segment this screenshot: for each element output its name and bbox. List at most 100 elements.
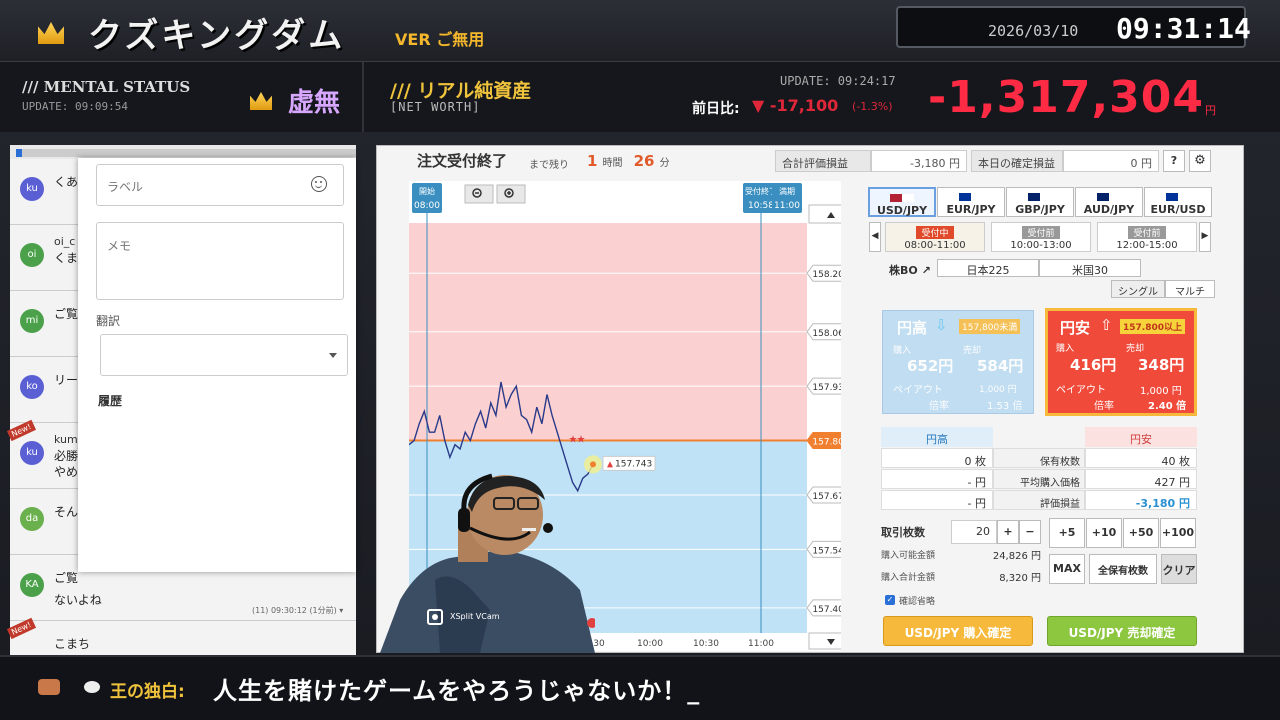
yen-high-card[interactable]: 円高 ⇩ 157,800未満 購入 652円 売却 584円 ペイアウト 1,0…	[882, 310, 1034, 414]
help-button[interactable]: ?	[1163, 150, 1185, 172]
net-worth-title: /// リアル純資産	[390, 80, 532, 102]
clock-date: 2026/03/10	[988, 22, 1079, 40]
add-qty-button[interactable]: +50	[1123, 518, 1159, 548]
add-qty-button[interactable]: +5	[1049, 518, 1085, 548]
avatar: da	[20, 507, 44, 531]
us30-button[interactable]: 米国30	[1039, 259, 1141, 277]
memo-textarea[interactable]: メモ	[96, 222, 344, 300]
external-link-icon: ↗	[921, 264, 931, 277]
entry-star-icon: ★	[577, 435, 586, 446]
qty-plus-button[interactable]: +	[997, 520, 1019, 544]
chat-text: リー	[54, 373, 79, 387]
hand-icon	[38, 679, 60, 695]
mental-status-value: 虚無	[288, 88, 341, 118]
stock-bo-label: 株BO	[889, 264, 918, 277]
all-holdings-button[interactable]: 全保有枚数	[1089, 554, 1157, 584]
chat-text: こまち	[54, 637, 91, 651]
y-tick-label: 157.400	[806, 599, 841, 617]
qty-minus-button[interactable]: −	[1019, 520, 1041, 544]
max-button[interactable]: MAX	[1049, 554, 1085, 584]
clear-button[interactable]: クリア	[1161, 554, 1197, 584]
x-tick-label: 10:30	[693, 639, 719, 649]
ticker-prefix: 王の独白:	[110, 682, 185, 702]
avatar: KA	[20, 573, 44, 597]
session-tab[interactable]: 受付前 10:00-13:00	[991, 222, 1091, 252]
pair-tab[interactable]: AUD/JPY	[1075, 187, 1143, 217]
high-rate-label: 倍率	[929, 401, 949, 412]
nikkei-button[interactable]: 日本225	[937, 259, 1039, 277]
sell-confirm-button[interactable]: USD/JPY 売却確定	[1047, 616, 1197, 646]
pair-label: EUR/JPY	[946, 203, 996, 216]
current-price-text: 157.743	[615, 459, 652, 469]
zoom-in-icon[interactable]	[496, 184, 526, 204]
add-qty-button[interactable]: +100	[1160, 518, 1196, 548]
session-time: 10:00-13:00	[1010, 240, 1072, 251]
label-input[interactable]: ラベル	[96, 164, 344, 206]
chat-text: くま	[54, 251, 79, 265]
buy-confirm-button[interactable]: USD/JPY 購入確定	[883, 616, 1033, 646]
x-tick-label: 10:00	[637, 639, 663, 649]
time-marker: 開始 08:00	[412, 183, 442, 213]
app-title: クズキングダム	[88, 16, 346, 56]
zoom-out-icon[interactable]	[464, 184, 494, 204]
chat-text: ご覧	[54, 571, 79, 585]
total-value: 8,320 円	[999, 573, 1041, 584]
avatar: mi	[20, 309, 44, 333]
session-prev-button[interactable]: ◀	[869, 222, 881, 252]
order-status: 注文受付終了	[417, 152, 508, 170]
pair-label: GBP/JPY	[1015, 203, 1065, 216]
session-tab[interactable]: 受付中 08:00-11:00	[885, 222, 985, 252]
prev-day-percent: (-1.3%)	[852, 100, 893, 113]
net-worth-update: UPDATE: 09:24:17	[780, 74, 896, 88]
holdings-col-high: 円高	[881, 427, 993, 447]
chevron-down-icon	[329, 353, 337, 358]
scroll-up-button[interactable]	[808, 204, 841, 224]
stock-bo-link[interactable]: 株BO ↗	[889, 262, 931, 278]
add-qty-button[interactable]: +10	[1086, 518, 1122, 548]
remain-minutes: 26	[633, 152, 655, 170]
translate-select[interactable]	[100, 334, 348, 376]
confirm-skip-checkbox[interactable]: ✓	[885, 595, 895, 605]
multi-tab[interactable]: マルチ	[1165, 280, 1215, 298]
high-buy-price: 652円	[907, 357, 954, 375]
message-ticker: 王の独白: 人生を賭けたゲームをやろうじゃないか！_	[0, 655, 1280, 720]
header-bar: クズキングダム VER ご無用 2026/03/10 09:31:14	[0, 0, 1280, 62]
pair-tab[interactable]: EUR/JPY	[937, 187, 1005, 217]
chat-text: くあ	[54, 175, 79, 189]
low-card-condition: 157.800以上	[1120, 319, 1185, 334]
low-payout-value: 1,000 円	[1140, 386, 1182, 397]
total-eval-label: 合計評価損益	[775, 150, 871, 172]
y-tick-label: 157.540	[806, 540, 841, 558]
y-tick-text: 157.800	[812, 438, 841, 448]
qty-input[interactable]: 20	[951, 520, 997, 544]
avatar: oi	[20, 243, 44, 267]
pair-tab[interactable]: USD/JPY	[868, 187, 936, 217]
gear-icon[interactable]: ⚙	[1189, 150, 1211, 172]
session-next-button[interactable]: ▶	[1199, 222, 1211, 252]
arrow-up-icon: ⇧	[1100, 316, 1113, 334]
flag-icon	[1097, 193, 1121, 201]
webcam-label: XSplit VCam	[450, 612, 500, 621]
single-tab[interactable]: シングル	[1111, 280, 1165, 298]
avatar: ku	[20, 177, 44, 201]
flag-icon	[1166, 193, 1190, 201]
holdings-high-value: - 円	[881, 490, 993, 510]
pair-tab[interactable]: EUR/USD	[1144, 187, 1212, 217]
scroll-down-button[interactable]	[808, 632, 841, 650]
holdings-low-value: 40 枚	[1085, 448, 1197, 468]
pair-label: EUR/USD	[1150, 203, 1206, 216]
chat-username: oi_c	[54, 235, 76, 248]
available-value: 24,826 円	[992, 551, 1041, 562]
streamer-webcam	[380, 473, 595, 653]
pair-tab[interactable]: GBP/JPY	[1006, 187, 1074, 217]
today-confirmed-value: 0 円	[1063, 150, 1159, 172]
net-worth-unit: 円	[1205, 104, 1216, 117]
yen-low-card[interactable]: 円安 ⇧ 157.800以上 購入 416円 売却 348円 ペイアウト 1,0…	[1045, 308, 1197, 416]
session-tab[interactable]: 受付前 12:00-15:00	[1097, 222, 1197, 252]
divider	[362, 62, 364, 132]
emoji-icon[interactable]	[311, 176, 327, 192]
remain-time: 1 時間 26 分	[587, 151, 670, 170]
net-worth-subtitle: [NET WORTH]	[390, 100, 481, 114]
y-tick-label: 157.670	[806, 486, 841, 504]
low-rate-value: 2.40 倍	[1148, 401, 1187, 412]
